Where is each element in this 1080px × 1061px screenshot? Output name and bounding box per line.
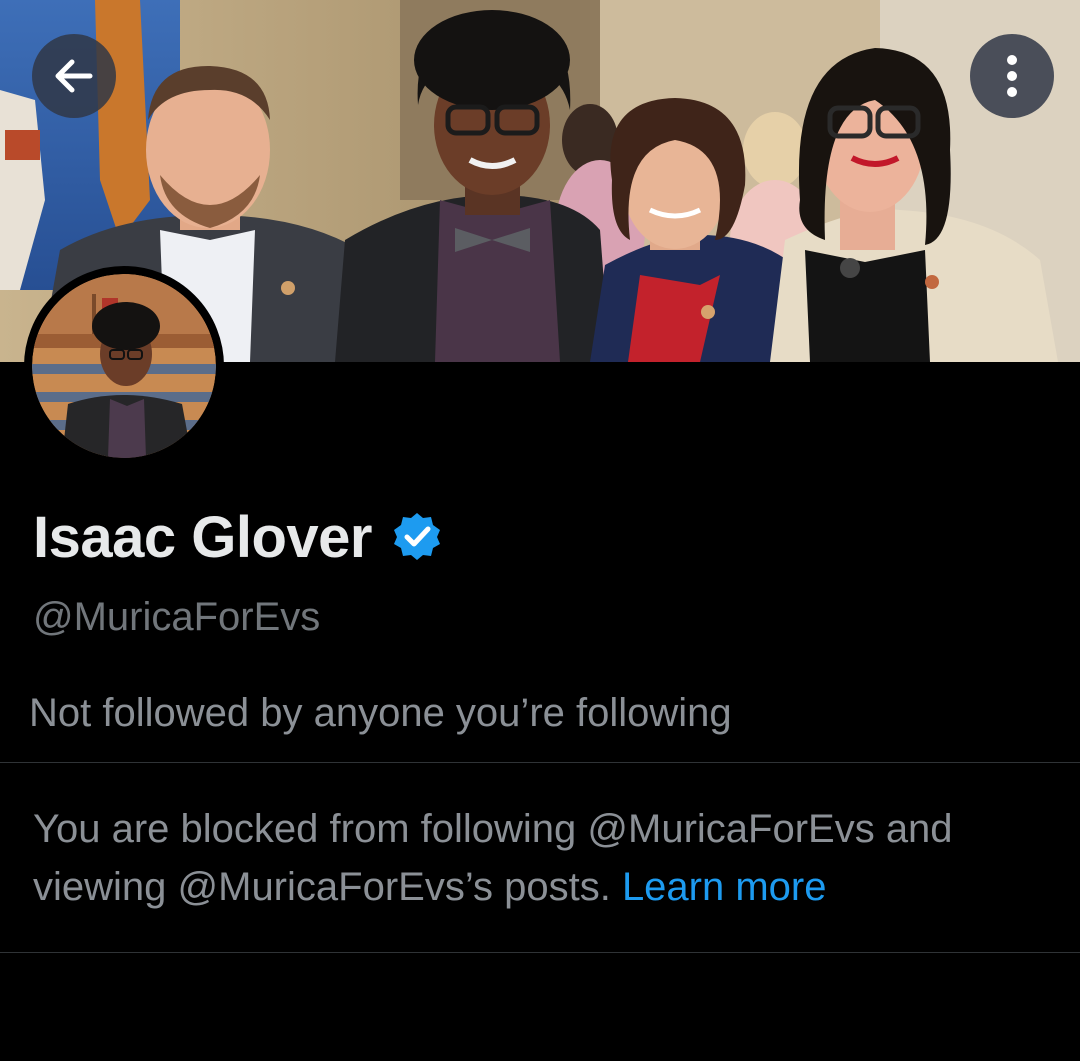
divider — [0, 762, 1080, 763]
blocked-notice: You are blocked from following @MuricaFo… — [33, 800, 1053, 916]
arrow-left-icon — [50, 52, 98, 100]
profile-avatar[interactable] — [24, 266, 224, 466]
verified-badge-icon[interactable] — [392, 511, 442, 566]
back-button[interactable] — [32, 34, 116, 118]
display-name: Isaac Glover — [33, 505, 373, 570]
avatar-photo — [32, 274, 216, 458]
learn-more-link[interactable]: Learn more — [622, 865, 827, 909]
more-vertical-icon — [1002, 52, 1022, 100]
divider — [0, 952, 1080, 953]
profile-name-row: Isaac Glover — [33, 505, 442, 571]
followed-by-text[interactable]: Not followed by anyone you’re following — [29, 688, 732, 738]
more-options-button[interactable] — [970, 34, 1054, 118]
profile-handle: @MuricaForEvs — [33, 595, 321, 639]
